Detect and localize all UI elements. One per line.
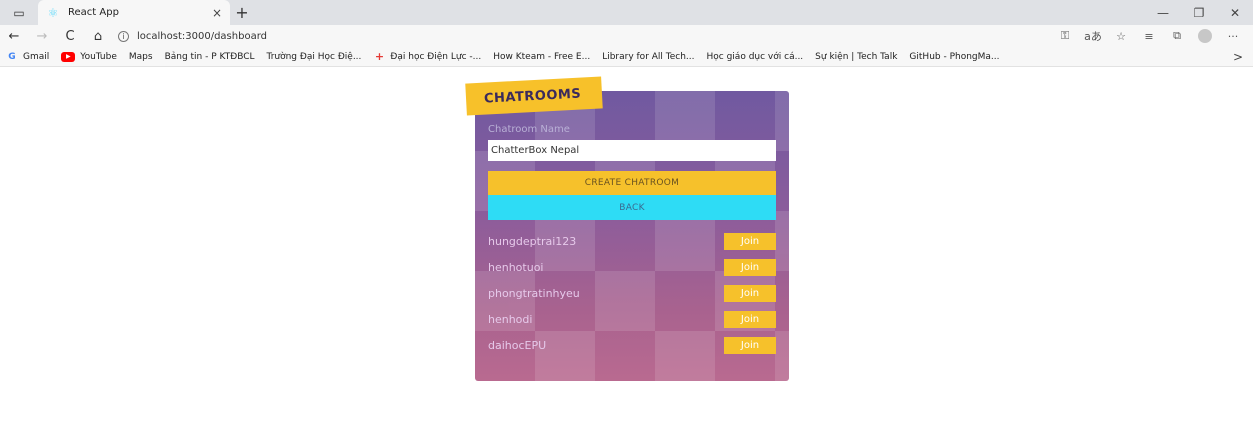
bookmark-label: Gmail <box>23 51 50 62</box>
join-button[interactable]: Join <box>724 310 776 328</box>
youtube-icon: ▶ <box>61 51 76 62</box>
chatroom-name: henhodi <box>488 312 533 326</box>
join-button[interactable]: Join <box>724 232 776 250</box>
bookmark-item[interactable]: GitHub - PhongMa... <box>909 52 999 62</box>
chatroom-name: hungdeptrai123 <box>488 234 577 248</box>
chatroom-name: henhotuoi <box>488 260 544 274</box>
favorite-star-icon[interactable]: ☆ <box>1107 30 1135 43</box>
favorites-list-icon[interactable]: ≡ <box>1135 30 1163 43</box>
bookmark-label: Học giáo dục với cá... <box>706 51 804 62</box>
address-bar: ← → C ⌂ i localhost:3000/dashboard ⚿ aあ … <box>0 25 1253 47</box>
join-button[interactable]: Join <box>724 258 776 276</box>
browser-tab[interactable]: ⚛ React App × <box>38 0 230 25</box>
bookmark-item[interactable]: Maps <box>129 52 153 62</box>
tab-strip: ▭ ⚛ React App × + — ❐ ✕ <box>0 0 1253 25</box>
chatroom-list: hungdeptrai123 Join henhotuoi Join phongtrat… <box>488 228 776 358</box>
chatroom-name-input[interactable] <box>488 140 776 161</box>
back-icon[interactable]: ← <box>0 29 28 44</box>
more-menu-icon[interactable]: ··· <box>1219 30 1247 43</box>
read-aloud-icon[interactable]: aあ <box>1079 28 1107 44</box>
bookmark-item[interactable]: Library for All Tech... <box>602 52 694 62</box>
home-icon[interactable]: ⌂ <box>84 29 112 44</box>
back-button[interactable]: BACK <box>488 195 776 220</box>
bookmark-item[interactable]: How Kteam - Free E... <box>493 52 590 62</box>
create-chatroom-button[interactable]: CREATE CHATROOM <box>488 171 776 195</box>
address-bar-actions: ⚿ aあ ☆ ≡ ⧉ ··· <box>1051 25 1247 47</box>
refresh-icon[interactable]: C <box>56 29 84 44</box>
window-controls: — ❐ ✕ <box>1145 0 1253 25</box>
bookmark-label: Bảng tin - P KTĐBCL <box>164 51 255 62</box>
bookmark-label: Library for All Tech... <box>602 51 695 62</box>
bookmarks-bar: G Gmail ▶ YouTube Maps Bảng tin - P KTĐBCL Trư… <box>0 47 1253 67</box>
bookmark-item[interactable]: Trường Đại Học Điệ... <box>267 52 362 62</box>
tab-title: React App <box>68 7 119 18</box>
tab-actions-icon[interactable]: ▭ <box>0 0 38 25</box>
forward-icon[interactable]: → <box>28 29 56 44</box>
react-icon: ⚛ <box>47 5 59 20</box>
url-input[interactable]: i localhost:3000/dashboard <box>118 27 978 45</box>
chatroom-name: phongtratinhyeu <box>488 286 580 300</box>
bookmark-label: Đại học Điện Lực -... <box>390 51 482 62</box>
bookmark-item[interactable]: + Đại học Điện Lực -... <box>373 50 482 63</box>
chatroom-row: daihocEPU Join <box>488 332 776 358</box>
bookmark-label: YouTube <box>80 51 117 62</box>
chatroom-row: henhodi Join <box>488 306 776 332</box>
cross-icon: + <box>374 50 385 63</box>
chatroom-row: phongtratinhyeu Join <box>488 280 776 306</box>
profile-avatar[interactable] <box>1198 29 1212 43</box>
chatroom-row: henhotuoi Join <box>488 254 776 280</box>
bookmark-label: Trường Đại Học Điệ... <box>266 51 362 62</box>
bookmark-label: GitHub - PhongMa... <box>909 51 1000 62</box>
close-window-icon[interactable]: ✕ <box>1217 0 1253 25</box>
bookmark-label: Maps <box>128 51 153 62</box>
restore-icon[interactable]: ❐ <box>1181 0 1217 25</box>
join-button[interactable]: Join <box>724 336 776 354</box>
new-tab-button[interactable]: + <box>230 0 254 25</box>
chatroom-name-label: Chatroom Name <box>488 124 570 135</box>
chatroom-name: daihocEPU <box>488 338 547 352</box>
bookmark-label: How Kteam - Free E... <box>493 51 591 62</box>
join-button[interactable]: Join <box>724 284 776 302</box>
site-info-icon[interactable]: i <box>118 30 129 42</box>
key-icon[interactable]: ⚿ <box>1051 29 1079 43</box>
bookmarks-more-icon[interactable]: > <box>1233 47 1243 66</box>
bookmark-item[interactable]: Học giáo dục với cá... <box>707 52 804 62</box>
minimize-icon[interactable]: — <box>1145 0 1181 25</box>
url-text: localhost:3000/dashboard <box>137 30 267 42</box>
bookmark-item[interactable]: G Gmail <box>6 51 49 62</box>
tab-close-icon[interactable]: × <box>212 6 222 20</box>
chatroom-form: Chatroom Name CREATE CHATROOM BACK hungd… <box>488 124 776 358</box>
chatroom-row: hungdeptrai123 Join <box>488 228 776 254</box>
bookmark-label: Sự kiện | Tech Talk <box>815 51 898 62</box>
bookmark-item[interactable]: ▶ YouTube <box>61 51 117 62</box>
bookmark-item[interactable]: Bảng tin - P KTĐBCL <box>165 52 255 62</box>
gmail-icon: G <box>8 51 16 62</box>
bookmark-item[interactable]: Sự kiện | Tech Talk <box>815 52 897 62</box>
collections-icon[interactable]: ⧉ <box>1163 29 1191 43</box>
